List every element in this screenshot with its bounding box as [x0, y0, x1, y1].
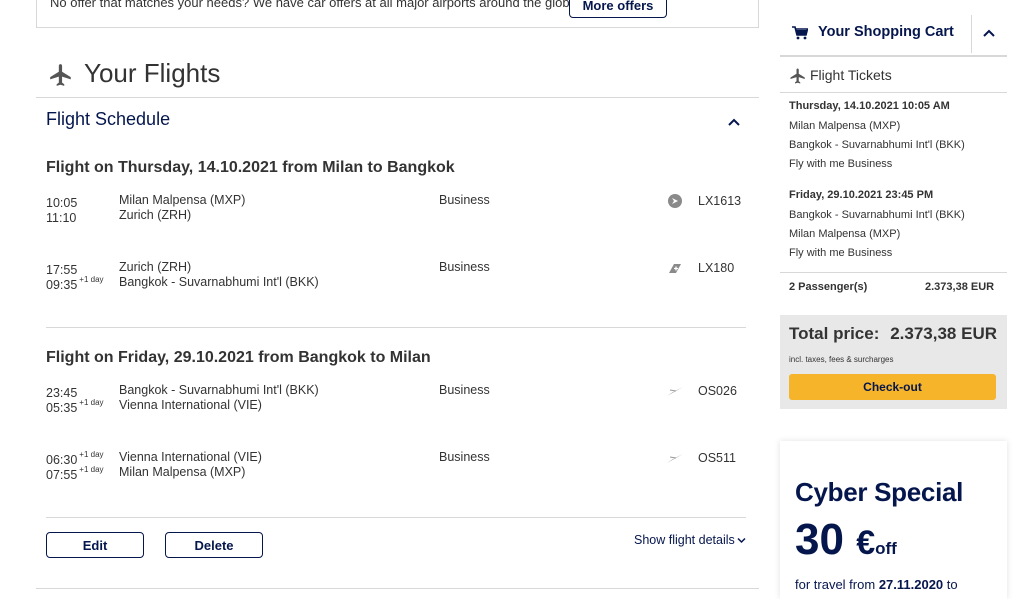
outbound-date: Thursday, 14.10.2021 10:05 AM [789, 100, 950, 112]
austrian-arrow-icon [667, 387, 683, 396]
inbound-to: Milan Malpensa (MXP) [789, 228, 901, 240]
leg-title-return: Flight on Friday, 29.10.2021 from Bangko… [46, 349, 431, 366]
show-flight-details-label: Show flight details [634, 533, 735, 547]
cyber-special-promo[interactable]: Cyber Special 30 €off for travel from 27… [780, 441, 1007, 599]
chevron-down-icon [737, 538, 746, 544]
divider [780, 272, 1007, 273]
chevron-up-icon[interactable] [725, 115, 743, 129]
flight-segment: 10:05 11:10 Milan Malpensa (MXP) Zurich … [46, 193, 746, 233]
arrival-time: 09:35 +1 day [46, 275, 104, 293]
total-price-value: 2.373,38 EUR [890, 324, 997, 343]
promo-text: for travel from 27.11.2020 to [795, 577, 958, 592]
departure-airport: Milan Malpensa (MXP) [119, 193, 246, 207]
cabin-class: Business [439, 260, 490, 274]
flight-number: OS511 [698, 451, 736, 465]
divider [46, 517, 746, 518]
cart-icon [792, 26, 808, 40]
arrival-time: 11:10 [46, 211, 77, 226]
swiss-logo-icon [668, 194, 682, 208]
promo-amount: 30 €off [795, 515, 897, 574]
arrival-airport: Vienna International (VIE) [119, 398, 262, 412]
airplane-icon [50, 64, 71, 86]
passenger-price: 2.373,38 EUR [925, 281, 995, 293]
shopping-cart-title: Your Shopping Cart [818, 24, 954, 40]
divider [36, 588, 759, 589]
austrian-arrow-icon [667, 454, 683, 463]
total-price-box: Total price: 2.373,38 EUR incl. taxes, f… [780, 315, 1007, 409]
cabin-class: Business [439, 450, 490, 464]
outbound-fare: Fly with me Business [789, 158, 893, 170]
inbound-from: Bangkok - Suvarnabhumi Int'l (BKK) [789, 209, 965, 221]
checkout-button[interactable]: Check-out [789, 374, 996, 400]
promo-off: off [875, 539, 897, 558]
outbound-to: Bangkok - Suvarnabhumi Int'l (BKK) [789, 139, 965, 151]
departure-airport: Vienna International (VIE) [119, 450, 262, 464]
flight-number: OS026 [698, 384, 737, 398]
total-price-label: Total price: [789, 324, 880, 343]
promo-currency: € [856, 524, 876, 562]
flight-schedule-title: Flight Schedule [46, 109, 171, 129]
airplane-icon [790, 68, 805, 84]
page-title: Your Flights [84, 58, 221, 88]
flight-segment: 17:55 09:35 +1 day Zurich (ZRH) Bangkok -… [46, 260, 746, 300]
shopping-cart-header[interactable]: Your Shopping Cart [780, 13, 1007, 57]
flight-number: LX1613 [698, 194, 742, 208]
arrival-airport: Bangkok - Suvarnabhumi Int'l (BKK) [119, 275, 319, 289]
cabin-class: Business [439, 383, 490, 397]
leg-title-outbound: Flight on Thursday, 14.10.2021 from Mila… [46, 159, 455, 176]
edit-button[interactable]: Edit [46, 532, 144, 558]
delete-button[interactable]: Delete [165, 532, 263, 558]
cabin-class: Business [439, 193, 490, 207]
passenger-count: 2 Passenger(s) [789, 281, 868, 293]
divider [971, 15, 972, 53]
promo-amount-value: 30 [795, 515, 844, 564]
outbound-from: Milan Malpensa (MXP) [789, 120, 901, 132]
show-flight-details-link[interactable]: Show flight details [634, 533, 746, 547]
divider [780, 92, 1007, 93]
chevron-up-icon[interactable] [981, 27, 997, 39]
arrival-time: 05:35 +1 day [46, 398, 104, 416]
banner-text: No offer that matches your needs? We hav… [50, 0, 581, 10]
flight-number: LX180 [698, 261, 735, 275]
flight-segment: 06:30 +1 day 07:55 +1 day Vienna Internati… [46, 450, 746, 490]
flight-tickets-title: Flight Tickets [810, 67, 892, 83]
inbound-date: Friday, 29.10.2021 23:45 PM [789, 189, 934, 201]
arrival-airport: Zurich (ZRH) [119, 208, 192, 222]
arrival-airport: Milan Malpensa (MXP) [119, 465, 246, 479]
total-price-note: incl. taxes, fees & surcharges [789, 355, 894, 364]
flight-segment: 23:45 05:35 +1 day Bangkok - Suvarnabhumi… [46, 383, 746, 423]
swiss-tail-icon [669, 264, 681, 273]
divider [36, 97, 759, 98]
divider [46, 327, 746, 328]
promo-title: Cyber Special [795, 477, 964, 507]
arrival-time: 07:55 +1 day [46, 465, 104, 483]
car-offers-banner: No offer that matches your needs? We hav… [36, 0, 759, 28]
inbound-fare: Fly with me Business [789, 247, 893, 259]
departure-airport: Bangkok - Suvarnabhumi Int'l (BKK) [119, 383, 319, 397]
departure-airport: Zurich (ZRH) [119, 260, 192, 274]
more-offers-button[interactable]: More offers [569, 0, 667, 18]
